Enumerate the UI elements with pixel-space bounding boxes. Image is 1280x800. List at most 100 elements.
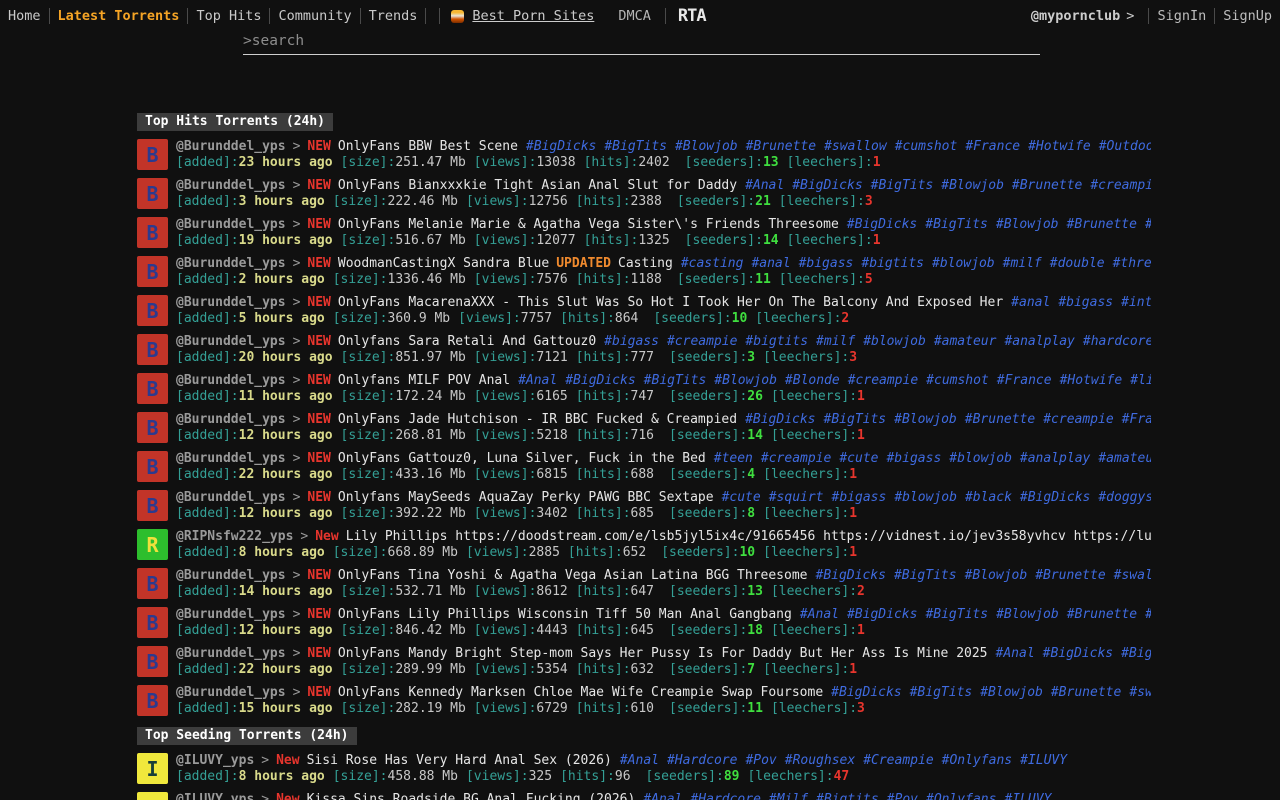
- tag-link[interactable]: #Anal: [745, 178, 784, 193]
- tag-link[interactable]: #Milf: [769, 792, 808, 800]
- uploader-avatar[interactable]: B: [137, 256, 168, 287]
- search-input[interactable]: [243, 31, 1040, 55]
- tag-link[interactable]: #Blowjob: [965, 568, 1028, 583]
- tag-link[interactable]: #bigass: [604, 334, 659, 349]
- nav-item-latest-torrents[interactable]: Latest Torrents: [58, 8, 180, 24]
- uploader-avatar[interactable]: R: [137, 529, 168, 560]
- uploader-link[interactable]: @ILUVY_yps: [176, 792, 254, 800]
- tag-link[interactable]: #analplay: [1004, 334, 1074, 349]
- tag-link[interactable]: #BigDicks: [831, 685, 901, 700]
- tag-link[interactable]: #swall…: [1145, 607, 1151, 622]
- signin-link[interactable]: SignIn: [1157, 8, 1206, 24]
- tag-link[interactable]: #milf: [1003, 256, 1042, 271]
- torrent-title[interactable]: Onlyfans MILF POV Anal: [338, 373, 510, 388]
- uploader-link[interactable]: @Burunddel_yps: [176, 139, 286, 154]
- tag-link[interactable]: #Brunette: [1067, 217, 1137, 232]
- torrent-title[interactable]: OnlyFans Lily Phillips Wisconsin Tiff 50…: [338, 607, 792, 622]
- uploader-avatar[interactable]: B: [137, 295, 168, 326]
- tag-link[interactable]: #bigass: [799, 256, 854, 271]
- torrent-title[interactable]: Lily Phillips https://doodstream.com/e/l…: [346, 529, 1151, 544]
- uploader-link[interactable]: @Burunddel_yps: [176, 217, 286, 232]
- uploader-avatar[interactable]: I: [137, 753, 168, 784]
- tag-link[interactable]: #Blonde: [785, 373, 840, 388]
- tag-link[interactable]: #BigDicks: [565, 373, 635, 388]
- tag-link[interactable]: #Hotwife: [1028, 139, 1091, 154]
- tag-link[interactable]: #Outdoors: [1099, 139, 1151, 154]
- tag-link[interactable]: #Brunette: [965, 412, 1035, 427]
- tag-link[interactable]: #swallow…: [1129, 685, 1151, 700]
- tag-link[interactable]: #Anal: [800, 607, 839, 622]
- dmca-link[interactable]: DMCA: [618, 8, 651, 24]
- tag-link[interactable]: #BigTits: [925, 217, 988, 232]
- uploader-avatar[interactable]: B: [137, 568, 168, 599]
- tag-link[interactable]: #anal: [751, 256, 790, 271]
- tag-link[interactable]: #amateur: [934, 334, 997, 349]
- torrent-title[interactable]: OnlyFans BBW Best Scene: [338, 139, 518, 154]
- tag-link[interactable]: #Anal: [996, 646, 1035, 661]
- uploader-link[interactable]: @Burunddel_yps: [176, 685, 286, 700]
- tag-link[interactable]: #Anal: [518, 373, 557, 388]
- uploader-link[interactable]: @Burunddel_yps: [176, 178, 286, 193]
- torrent-title[interactable]: OnlyFans MacarenaXXX - This Slut Was So …: [338, 295, 1003, 310]
- tag-link[interactable]: #BigDicks: [526, 139, 596, 154]
- uploader-link[interactable]: @Burunddel_yps: [176, 568, 286, 583]
- torrent-title[interactable]: Kissa Sins Roadside BG Anal Fucking (202…: [307, 792, 636, 800]
- signup-link[interactable]: SignUp: [1223, 8, 1272, 24]
- tag-link[interactable]: #milf: [816, 334, 855, 349]
- tag-link[interactable]: #bigtits: [861, 256, 924, 271]
- tag-link[interactable]: #doggystyle: [1098, 490, 1151, 505]
- tag-link[interactable]: #ILUVY: [1004, 792, 1051, 800]
- tag-link[interactable]: #Pov: [745, 753, 776, 768]
- tag-link[interactable]: #France: [997, 373, 1052, 388]
- tag-link[interactable]: #BigTits: [824, 412, 887, 427]
- uploader-link[interactable]: @Burunddel_yps: [176, 373, 286, 388]
- torrent-title[interactable]: WoodmanCastingX Sandra Blue: [338, 256, 549, 271]
- uploader-avatar[interactable]: B: [137, 646, 168, 677]
- torrent-title[interactable]: OnlyFans Melanie Marie & Agatha Vega Sis…: [338, 217, 839, 232]
- tag-link[interactable]: #analplay: [1020, 451, 1090, 466]
- uploader-avatar[interactable]: B: [137, 685, 168, 716]
- uploader-link[interactable]: @Burunddel_yps: [176, 334, 286, 349]
- tag-link[interactable]: #cumshot: [926, 373, 989, 388]
- tag-link[interactable]: #BigTits: [910, 685, 973, 700]
- tag-link[interactable]: #BigTits: [1121, 646, 1151, 661]
- tag-link[interactable]: #swall…: [1145, 217, 1151, 232]
- torrent-title[interactable]: Sisi Rose Has Very Hard Anal Sex (2026): [307, 753, 612, 768]
- tag-link[interactable]: #Pov: [887, 792, 918, 800]
- tag-link[interactable]: #BigTits: [644, 373, 707, 388]
- account-link[interactable]: @mypornclub: [1031, 8, 1120, 24]
- tag-link[interactable]: #anal: [1011, 295, 1050, 310]
- tag-link[interactable]: #Blowjob: [894, 412, 957, 427]
- tag-link[interactable]: #Onlyfans: [942, 753, 1012, 768]
- uploader-avatar[interactable]: I: [137, 792, 168, 800]
- tag-link[interactable]: #BigTits: [925, 607, 988, 622]
- torrent-title[interactable]: OnlyFans Mandy Bright Step-mom Says Her …: [338, 646, 988, 661]
- tag-link[interactable]: #cute: [722, 490, 761, 505]
- tag-link[interactable]: #BigDicks: [847, 607, 917, 622]
- uploader-avatar[interactable]: B: [137, 217, 168, 248]
- tag-link[interactable]: #Creampie: [863, 753, 933, 768]
- tag-link[interactable]: #cumshot: [895, 139, 958, 154]
- tag-link[interactable]: #Bigtits: [816, 792, 879, 800]
- uploader-link[interactable]: @Burunddel_yps: [176, 256, 286, 271]
- tag-link[interactable]: #creampie: [667, 334, 737, 349]
- tag-link[interactable]: #Hardcore: [667, 753, 737, 768]
- tag-link[interactable]: #Hardcore: [690, 792, 760, 800]
- tag-link[interactable]: #Blowjob: [941, 178, 1004, 193]
- tag-link[interactable]: #swallow: [824, 139, 887, 154]
- tag-link[interactable]: #Brunette: [1067, 607, 1137, 622]
- tag-link[interactable]: #BigDicks: [847, 217, 917, 232]
- tag-link[interactable]: #BigDicks: [816, 568, 886, 583]
- tag-link[interactable]: #blowjob: [949, 451, 1012, 466]
- best-porn-sites-link[interactable]: Best Porn Sites: [451, 8, 594, 24]
- tag-link[interactable]: #BigDicks: [1020, 490, 1090, 505]
- tag-link[interactable]: #bigass: [886, 451, 941, 466]
- uploader-link[interactable]: @Burunddel_yps: [176, 451, 286, 466]
- tag-link[interactable]: #France: [1122, 412, 1151, 427]
- tag-link[interactable]: #cute: [839, 451, 878, 466]
- tag-link[interactable]: #bigass: [1058, 295, 1113, 310]
- tag-link[interactable]: #hardcore: [1083, 334, 1151, 349]
- torrent-title[interactable]: Onlyfans Sara Retali And Gattouz0: [338, 334, 596, 349]
- torrent-title[interactable]: OnlyFans Tina Yoshi & Agatha Vega Asian …: [338, 568, 808, 583]
- tag-link[interactable]: #Brunette: [1051, 685, 1121, 700]
